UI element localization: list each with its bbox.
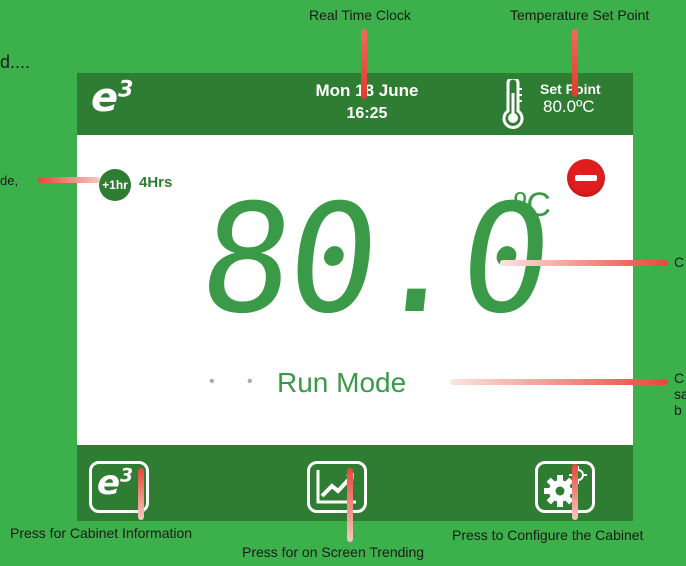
callout-partial-right-c2: C (674, 370, 685, 386)
set-point-value[interactable]: 80.0ºC (543, 97, 595, 117)
header-bar: e3 Mon 18 June 16:25 Set Point 80.0ºC (77, 73, 633, 135)
e3-logo: e3 (91, 75, 134, 121)
connector-configure (572, 464, 578, 520)
boost-badge[interactable]: +1hr (99, 169, 131, 201)
connector-run-mode (450, 379, 668, 385)
callout-cabinet-information: Press for Cabinet Information (10, 525, 193, 541)
thermometer-icon (502, 79, 524, 129)
callout-configure-cabinet: Press to Configure the Cabinet (452, 527, 644, 543)
connector-temperature (500, 260, 668, 266)
page-dots: • • (209, 373, 267, 390)
callout-screen-trending: Press for on Screen Trending (242, 544, 425, 560)
clock-date[interactable]: Mon 18 June (277, 81, 457, 101)
connector-clock (361, 29, 367, 99)
trending-button[interactable] (307, 461, 367, 513)
callout-partial-left-mode: de, (0, 173, 19, 188)
callout-partial-right-c1: C (674, 254, 685, 270)
temperature-readout: 80.0 (192, 173, 557, 347)
settings-gear-icon (544, 466, 587, 507)
footer-bar: e3 (77, 445, 633, 521)
callout-partial-right-b: b (674, 402, 682, 418)
boost-hours: 4Hrs (139, 174, 173, 191)
callout-real-time-clock: Real Time Clock (309, 7, 411, 23)
run-mode-label: Run Mode (277, 367, 407, 398)
callout-partial-left-top: d.... (0, 52, 31, 72)
connector-info (138, 468, 144, 520)
trending-chart-icon (316, 470, 356, 504)
connector-set-point (572, 29, 578, 97)
e3-icon: e3 (97, 463, 134, 503)
device-screen: e3 Mon 18 June 16:25 Set Point 80.0ºC +1… (77, 73, 633, 521)
clock-time[interactable]: 16:25 (277, 105, 457, 123)
callout-temperature-set-point: Temperature Set Point (510, 7, 650, 23)
connector-trending (347, 468, 353, 542)
stop-status-icon[interactable] (567, 159, 605, 197)
configure-button[interactable] (535, 461, 595, 513)
temperature-unit: ºC (514, 186, 551, 224)
set-point-label: Set Point (540, 81, 601, 97)
connector-boost (38, 177, 100, 183)
callout-partial-right-sa: sa (674, 386, 686, 402)
